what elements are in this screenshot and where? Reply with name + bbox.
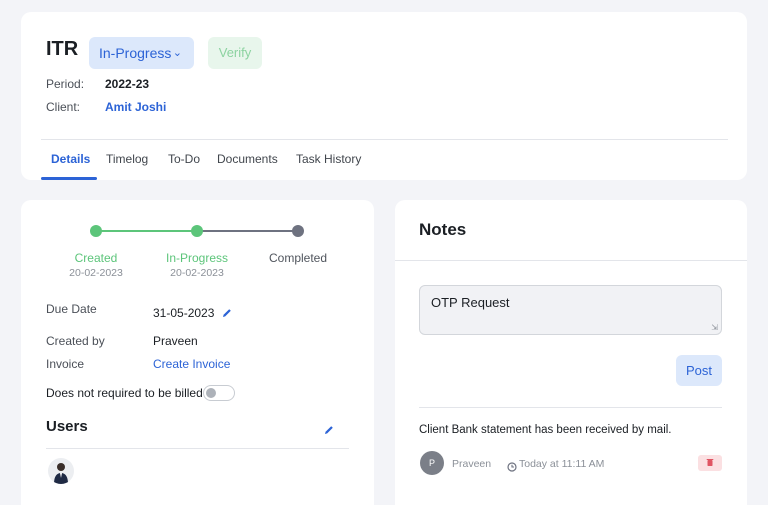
note-input-value: OTP Request bbox=[431, 295, 510, 310]
toggle-knob bbox=[206, 388, 216, 398]
tab-details[interactable]: Details bbox=[51, 152, 90, 166]
users-heading: Users bbox=[46, 418, 88, 435]
task-title: ITR bbox=[46, 38, 79, 60]
note-timestamp: Today at 11:11 AM bbox=[519, 458, 605, 470]
tab-todo[interactable]: To-Do bbox=[168, 152, 200, 166]
notes-heading: Notes bbox=[419, 220, 467, 239]
note-author-name: Praveen bbox=[452, 458, 492, 470]
notes-list-divider bbox=[419, 407, 722, 408]
billing-toggle[interactable] bbox=[203, 385, 235, 401]
post-button[interactable]: Post bbox=[676, 355, 722, 386]
client-label: Client: bbox=[46, 100, 81, 114]
billing-toggle-label: Does not required to be billed bbox=[46, 386, 203, 400]
client-link[interactable]: Amit Joshi bbox=[105, 100, 166, 114]
resize-handle-icon[interactable]: ⇲ bbox=[711, 323, 718, 332]
users-divider bbox=[46, 448, 349, 449]
tab-timelog[interactable]: Timelog bbox=[106, 152, 148, 166]
edit-due-date-icon[interactable] bbox=[221, 306, 233, 318]
created-by-label: Created by bbox=[46, 334, 105, 348]
task-header-card: ITR In-Progress ⌄ Verify Period: 2022-23… bbox=[21, 12, 747, 180]
tab-task-history[interactable]: Task History bbox=[296, 152, 361, 166]
step-date-created: 20-02-2023 bbox=[69, 267, 123, 279]
invoice-label: Invoice bbox=[46, 357, 85, 371]
note-input[interactable]: OTP Request ⇲ bbox=[419, 285, 722, 335]
period-label: Period: bbox=[46, 77, 85, 91]
tab-documents[interactable]: Documents bbox=[217, 152, 278, 166]
step-dot-completed bbox=[292, 225, 304, 237]
created-by-value: Praveen bbox=[153, 334, 198, 348]
status-dropdown[interactable]: In-Progress ⌄ bbox=[89, 37, 194, 69]
stepper-line-pending bbox=[197, 230, 299, 232]
step-date-in-progress: 20-02-2023 bbox=[170, 267, 224, 279]
note-author-avatar: P bbox=[420, 451, 444, 475]
details-card: Created 20-02-2023 In-Progress 20-02-202… bbox=[21, 200, 374, 505]
step-label-completed: Completed bbox=[268, 251, 328, 265]
trash-icon bbox=[706, 459, 714, 466]
delete-note-button[interactable] bbox=[698, 455, 722, 471]
step-dot-in-progress bbox=[191, 225, 203, 237]
step-dot-created bbox=[90, 225, 102, 237]
notes-header-divider bbox=[395, 260, 747, 261]
period-value: 2022-23 bbox=[105, 77, 150, 91]
user-avatar[interactable] bbox=[48, 458, 74, 484]
notes-card: Notes OTP Request ⇲ Post Client Bank sta… bbox=[395, 200, 747, 505]
due-date-value: 31-05-2023 bbox=[153, 306, 215, 320]
user-photo-icon bbox=[54, 463, 68, 484]
chevron-down-icon: ⌄ bbox=[172, 47, 182, 59]
active-tab-indicator bbox=[41, 177, 97, 180]
clock-icon bbox=[507, 459, 517, 472]
step-label-created: Created bbox=[74, 251, 118, 265]
due-date-label: Due Date bbox=[46, 302, 97, 316]
step-label-in-progress: In-Progress bbox=[165, 251, 229, 265]
verify-button[interactable]: Verify bbox=[208, 37, 262, 69]
header-divider bbox=[41, 139, 728, 140]
note-text: Client Bank statement has been received … bbox=[419, 424, 672, 436]
stepper-line-done bbox=[96, 230, 198, 232]
create-invoice-link[interactable]: Create Invoice bbox=[153, 357, 230, 371]
status-dropdown-label: In-Progress bbox=[99, 45, 172, 61]
edit-users-icon[interactable] bbox=[323, 423, 335, 435]
